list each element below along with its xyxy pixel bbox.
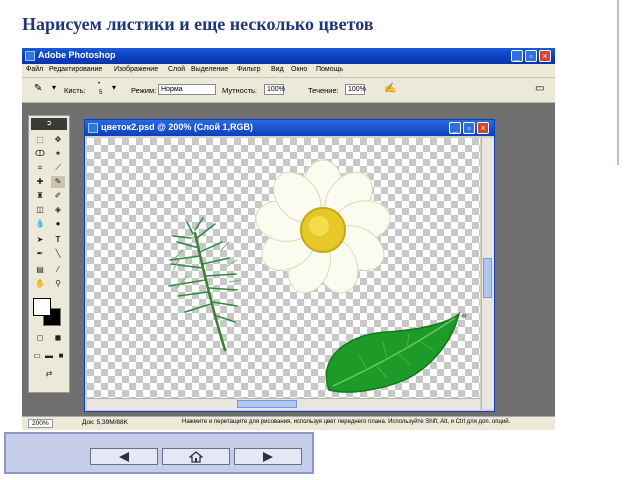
standard-mode-icon[interactable]: ◻ (33, 332, 47, 344)
right-arrow-icon (263, 451, 273, 462)
doc-maximize-button[interactable]: ▫ (463, 122, 475, 134)
slice-icon[interactable]: ⟋ (51, 162, 65, 174)
home-icon (189, 450, 203, 463)
decorative-line (617, 0, 619, 165)
quick-mask-icon[interactable]: ◼ (51, 332, 65, 344)
vertical-scroll-thumb[interactable] (483, 258, 492, 298)
flow-input[interactable]: 100% (345, 84, 366, 95)
opacity-label: Мутность: (222, 86, 258, 95)
photoshop-window: Adobe Photoshop _ ▫ × Файл Редактировани… (22, 48, 555, 430)
fern-sprig-drawing (168, 217, 242, 352)
document-titlebar: цветок2.psd @ 200% (Слой 1,RGB) _ ▫ × (85, 120, 494, 136)
image-canvas[interactable]: ⊕ (87, 138, 480, 409)
history-brush-icon[interactable]: ✐ (51, 190, 65, 202)
previous-slide-button[interactable] (90, 448, 158, 465)
magic-wand-icon[interactable]: ✶ (51, 148, 65, 160)
green-leaf-drawing: ⊕ (325, 311, 467, 393)
crop-icon[interactable]: ⌗ (33, 162, 47, 174)
stamp-icon[interactable]: ♜ (33, 190, 47, 202)
daisy-flower-drawing (255, 159, 391, 294)
horizontal-scroll-thumb[interactable] (237, 400, 297, 408)
eyedropper-icon[interactable]: ⁄ (51, 264, 65, 276)
menu-bar: Файл Редактирование Изображение Слой Выд… (22, 64, 555, 78)
brush-dropdown-icon[interactable]: ▾ (112, 83, 116, 92)
next-slide-button[interactable] (234, 448, 302, 465)
eraser-icon[interactable]: ◫ (33, 204, 47, 216)
left-arrow-icon (119, 451, 129, 462)
photoshop-app-icon (25, 51, 35, 61)
airbrush-icon[interactable]: ✍ (384, 83, 396, 94)
screen-mode-full-menu-icon[interactable]: ▬ (43, 350, 55, 362)
menu-help[interactable]: Помощь (316, 66, 343, 73)
menu-edit[interactable]: Редактирование (49, 66, 102, 73)
hand-icon[interactable]: ✋ (33, 278, 47, 290)
close-button[interactable]: × (539, 50, 551, 62)
path-selection-icon[interactable]: ➤ (33, 234, 47, 246)
jump-to-imageready-icon[interactable]: ⇄ (33, 368, 65, 380)
brush-cursor-icon: ⊕ (461, 313, 467, 320)
mode-value: Норма (161, 86, 183, 93)
toolbox: ➲ ⬚ ✥ ↀ ✶ ⌗ ⟋ ✚ ✎ ♜ ✐ ◫ ◈ 💧 ● ➤ T ✒ ╲ ▤ … (28, 115, 70, 393)
minimize-button[interactable]: _ (511, 50, 523, 62)
lasso-icon[interactable]: ↀ (33, 148, 47, 160)
opacity-input[interactable]: 100% (264, 84, 285, 95)
screen-mode-full-icon[interactable]: ■ (55, 350, 67, 362)
brush-icon[interactable]: ✎ (51, 176, 65, 188)
mode-select[interactable]: Норма (158, 84, 216, 95)
paint-bucket-icon[interactable]: ◈ (51, 204, 65, 216)
app-titlebar: Adobe Photoshop _ ▫ × (22, 48, 555, 64)
maximize-button[interactable]: ▫ (525, 50, 537, 62)
brush-preset-dot: • (98, 81, 101, 87)
horizontal-scrollbar[interactable] (87, 398, 480, 410)
mode-label: Режим: (131, 86, 157, 95)
menu-layer[interactable]: Слой (168, 66, 185, 73)
menu-filter[interactable]: Фильтр (237, 66, 261, 73)
menu-view[interactable]: Вид (271, 66, 284, 73)
move-icon[interactable]: ✥ (51, 134, 65, 146)
status-hint: Нажмите и перетащите для рисования, испо… (182, 419, 511, 425)
chevron-down-icon[interactable]: ▾ (52, 83, 56, 92)
flow-label: Течение: (308, 86, 339, 95)
doc-size-info[interactable]: Док: 5,39M/88K (82, 419, 128, 426)
document-icon (88, 123, 98, 133)
doc-close-button[interactable]: × (477, 122, 489, 134)
brush-tool-icon[interactable]: ✎ (34, 83, 42, 94)
brush-size-value[interactable]: 5 (99, 90, 102, 96)
menu-file[interactable]: Файл (26, 66, 43, 73)
type-icon[interactable]: T (51, 234, 65, 246)
options-bar: ✎ ▾ Кисть: • 5 ▾ Режим: Норма Мутность: … (22, 78, 555, 103)
document-window: цветок2.psd @ 200% (Слой 1,RGB) _ ▫ × ⊕ (84, 119, 495, 412)
doc-minimize-button[interactable]: _ (449, 122, 461, 134)
blur-icon[interactable]: 💧 (33, 218, 47, 230)
screen-mode-standard-icon[interactable]: ▭ (31, 350, 43, 362)
photoshop-logo-icon[interactable]: ➲ (31, 118, 67, 130)
menu-select[interactable]: Выделение (191, 66, 228, 73)
slide-title: Нарисуем листики и еще несколько цветов (22, 14, 374, 34)
vertical-scrollbar[interactable] (481, 138, 494, 409)
marquee-icon[interactable]: ⬚ (33, 134, 47, 146)
slide-navigation (4, 432, 314, 474)
dodge-icon[interactable]: ● (51, 218, 65, 230)
brush-label: Кисть: (64, 86, 86, 95)
line-icon[interactable]: ╲ (51, 248, 65, 260)
palette-well-icon[interactable]: ▭ (535, 83, 544, 94)
app-title: Adobe Photoshop (38, 50, 116, 60)
menu-window[interactable]: Окно (291, 66, 307, 73)
menu-image[interactable]: Изображение (114, 66, 158, 73)
status-bar: 200% Док: 5,39M/88K Нажмите и перетащите… (22, 416, 555, 430)
home-button[interactable] (162, 448, 230, 465)
pen-icon[interactable]: ✒ (33, 248, 47, 260)
healing-brush-icon[interactable]: ✚ (33, 176, 47, 188)
document-title: цветок2.psd @ 200% (Слой 1,RGB) (101, 122, 254, 132)
notes-icon[interactable]: ▤ (33, 264, 47, 276)
artwork: ⊕ (168, 159, 467, 393)
zoom-field[interactable]: 200% (28, 419, 53, 428)
zoom-icon[interactable]: ⚲ (51, 278, 65, 290)
